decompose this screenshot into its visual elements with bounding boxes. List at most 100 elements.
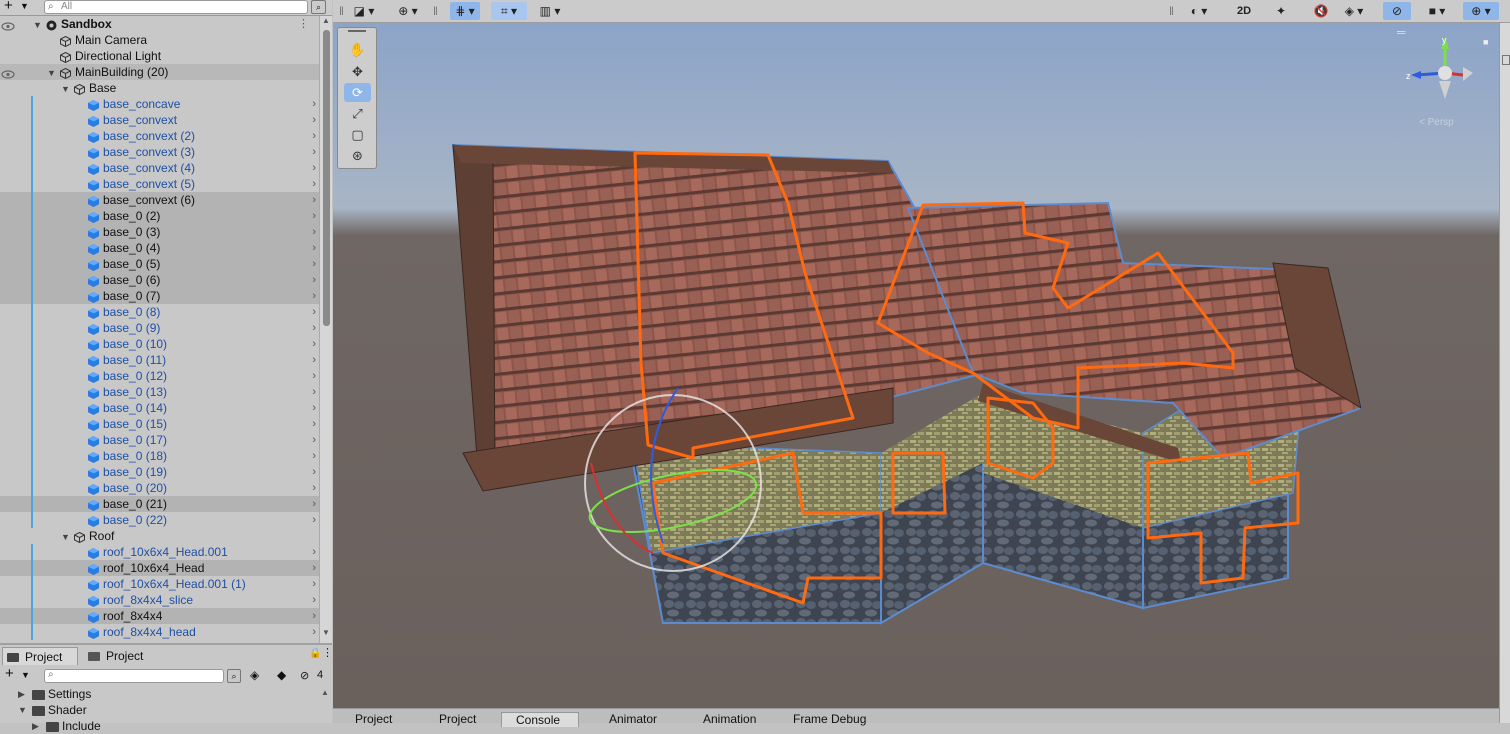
hierarchy-row[interactable]: base_convext (6) › <box>0 192 319 208</box>
scroll-up-icon[interactable]: ▲ <box>322 16 330 25</box>
hierarchy-scrollbar[interactable]: ▲ ▼ <box>319 16 332 643</box>
rect-tool-icon[interactable]: ▢ <box>344 125 371 144</box>
fold-arrow-icon[interactable]: ▼ <box>61 529 70 545</box>
scene-camera-dropdown-icon[interactable]: ■ ▾ <box>1419 2 1455 20</box>
open-prefab-chevron-icon[interactable]: › <box>312 416 316 432</box>
visibility-eye-icon[interactable] <box>1 67 15 79</box>
hierarchy-row[interactable]: base_convext (4) › <box>0 160 319 176</box>
hierarchy-search-input[interactable]: ⌕ All <box>44 0 308 14</box>
fold-arrow-icon[interactable]: ▼ <box>47 65 56 81</box>
hierarchy-row[interactable]: base_convext (2) › <box>0 128 319 144</box>
hierarchy-row[interactable]: base_convext (3) › <box>0 144 319 160</box>
tab-project-a[interactable]: Project <box>341 712 392 726</box>
tab-console[interactable]: Console <box>501 712 579 727</box>
open-prefab-chevron-icon[interactable]: › <box>312 112 316 128</box>
effects-dropdown-icon[interactable]: ◈ ▾ <box>1339 2 1369 20</box>
project-search-input[interactable]: ⌕ <box>44 669 224 683</box>
open-prefab-chevron-icon[interactable]: › <box>312 128 316 144</box>
fold-arrow-icon[interactable]: ▼ <box>18 702 27 718</box>
menu-icon[interactable]: ⋮ <box>322 646 333 659</box>
hierarchy-row[interactable]: ▼ MainBuilding (20) <box>0 64 319 80</box>
hierarchy-row[interactable]: base_0 (20) › <box>0 480 319 496</box>
open-prefab-chevron-icon[interactable]: › <box>312 304 316 320</box>
project-folder-row[interactable]: ▼ Shader <box>0 702 318 718</box>
fold-arrow-icon[interactable]: ▼ <box>61 81 70 97</box>
overlay-menu-icon[interactable]: ═ <box>1397 25 1406 39</box>
visibility-eye-icon[interactable] <box>1 19 15 31</box>
hierarchy-row[interactable]: base_0 (17) › <box>0 432 319 448</box>
checkbox-icon[interactable] <box>1502 55 1510 65</box>
rotate-tool-icon[interactable]: ⟳ <box>344 83 371 102</box>
hierarchy-row[interactable]: base_0 (14) › <box>0 400 319 416</box>
orientation-gizmo[interactable]: y z ■ <box>1403 33 1493 113</box>
scene-menu-icon[interactable]: ⋮ <box>298 16 309 32</box>
2d-mode-toggle[interactable]: 2D <box>1229 2 1259 20</box>
filter-by-type-icon[interactable]: ◈ <box>250 668 259 682</box>
hierarchy-row[interactable]: roof_8x4x4 › <box>0 608 319 624</box>
open-prefab-chevron-icon[interactable]: › <box>312 208 316 224</box>
open-prefab-chevron-icon[interactable]: › <box>312 496 316 512</box>
tab-project-b[interactable]: Project <box>425 712 476 726</box>
hierarchy-row[interactable]: base_0 (12) › <box>0 368 319 384</box>
hierarchy-row[interactable]: base_0 (15) › <box>0 416 319 432</box>
fold-arrow-icon[interactable]: ▶ <box>32 718 39 734</box>
scale-tool-icon[interactable]: ⤢ <box>344 104 371 123</box>
hierarchy-row[interactable]: ▼ Roof <box>0 528 319 544</box>
add-icon[interactable]: + <box>4 0 13 14</box>
search-by-type-icon[interactable]: ⌕ <box>227 669 241 683</box>
hierarchy-row[interactable]: base_0 (5) › <box>0 256 319 272</box>
open-prefab-chevron-icon[interactable]: › <box>312 560 316 576</box>
filter-by-label-icon[interactable]: ◆ <box>277 668 286 682</box>
hierarchy-row[interactable]: base_0 (22) › <box>0 512 319 528</box>
hierarchy-row[interactable]: base_0 (11) › <box>0 352 319 368</box>
hierarchy-row[interactable]: ▼ Sandbox ⋮ <box>0 16 319 32</box>
open-prefab-chevron-icon[interactable]: › <box>312 240 316 256</box>
hierarchy-row[interactable]: roof_8x4x4_head › <box>0 624 319 640</box>
snap-increment-icon[interactable]: ⌗ ▾ <box>491 2 527 20</box>
tab-animator[interactable]: Animator <box>595 712 657 726</box>
open-prefab-chevron-icon[interactable]: › <box>312 224 316 240</box>
open-prefab-chevron-icon[interactable]: › <box>312 400 316 416</box>
draw-mode-dropdown[interactable]: ◪ ▾ <box>349 2 379 20</box>
hierarchy-row[interactable]: base_0 (13) › <box>0 384 319 400</box>
hierarchy-row[interactable]: base_0 (9) › <box>0 320 319 336</box>
tab-frame-debug[interactable]: Frame Debug <box>779 712 866 726</box>
open-prefab-chevron-icon[interactable]: › <box>312 320 316 336</box>
tab-animation[interactable]: Animation <box>689 712 756 726</box>
open-prefab-chevron-icon[interactable]: › <box>312 96 316 112</box>
hierarchy-row[interactable]: base_0 (6) › <box>0 272 319 288</box>
open-prefab-chevron-icon[interactable]: › <box>312 576 316 592</box>
open-prefab-chevron-icon[interactable]: › <box>312 544 316 560</box>
dropdown-arrow-icon[interactable]: ▼ <box>21 670 30 680</box>
scroll-up-icon[interactable]: ▲ <box>321 688 329 697</box>
open-prefab-chevron-icon[interactable]: › <box>312 176 316 192</box>
open-prefab-chevron-icon[interactable]: › <box>312 288 316 304</box>
lock-icon[interactable]: ■ <box>1483 37 1488 47</box>
hierarchy-row[interactable]: ▼ Base <box>0 80 319 96</box>
open-prefab-chevron-icon[interactable]: › <box>312 608 316 624</box>
grid-visibility-icon[interactable]: ▥ ▾ <box>535 2 565 20</box>
global-view-icon[interactable]: ⊕ ▾ <box>391 2 425 20</box>
scene-visibility-icon[interactable]: ⊘ <box>1383 2 1411 20</box>
hierarchy-row[interactable]: base_concave › <box>0 96 319 112</box>
scroll-down-icon[interactable]: ▼ <box>322 628 330 637</box>
open-prefab-chevron-icon[interactable]: › <box>312 432 316 448</box>
hierarchy-row[interactable]: base_0 (7) › <box>0 288 319 304</box>
audio-toggle-icon[interactable]: 🔇 <box>1311 2 1331 20</box>
fold-arrow-icon[interactable]: ▼ <box>33 17 42 33</box>
projection-label[interactable]: < Persp <box>1419 117 1454 128</box>
hierarchy-row[interactable]: roof_10x6x4_Head.001 › <box>0 544 319 560</box>
hierarchy-row[interactable]: base_0 (18) › <box>0 448 319 464</box>
hierarchy-row[interactable]: base_convext (5) › <box>0 176 319 192</box>
hierarchy-row[interactable]: roof_10x6x4_Head.001 (1) › <box>0 576 319 592</box>
open-prefab-chevron-icon[interactable]: › <box>312 272 316 288</box>
open-prefab-chevron-icon[interactable]: › <box>312 464 316 480</box>
open-prefab-chevron-icon[interactable]: › <box>312 624 316 640</box>
hierarchy-row[interactable]: base_0 (10) › <box>0 336 319 352</box>
transform-tool-icon[interactable]: ⊛ <box>344 146 371 165</box>
scene-view[interactable]: y z ■ < Persp ═ <box>333 23 1499 708</box>
grid-snap-icon[interactable]: ⋕ ▾ <box>450 2 480 20</box>
search-by-type-icon[interactable]: ⌕ <box>311 0 326 14</box>
fold-arrow-icon[interactable]: ▶ <box>18 686 25 702</box>
hierarchy-scroll-thumb[interactable] <box>323 30 330 326</box>
